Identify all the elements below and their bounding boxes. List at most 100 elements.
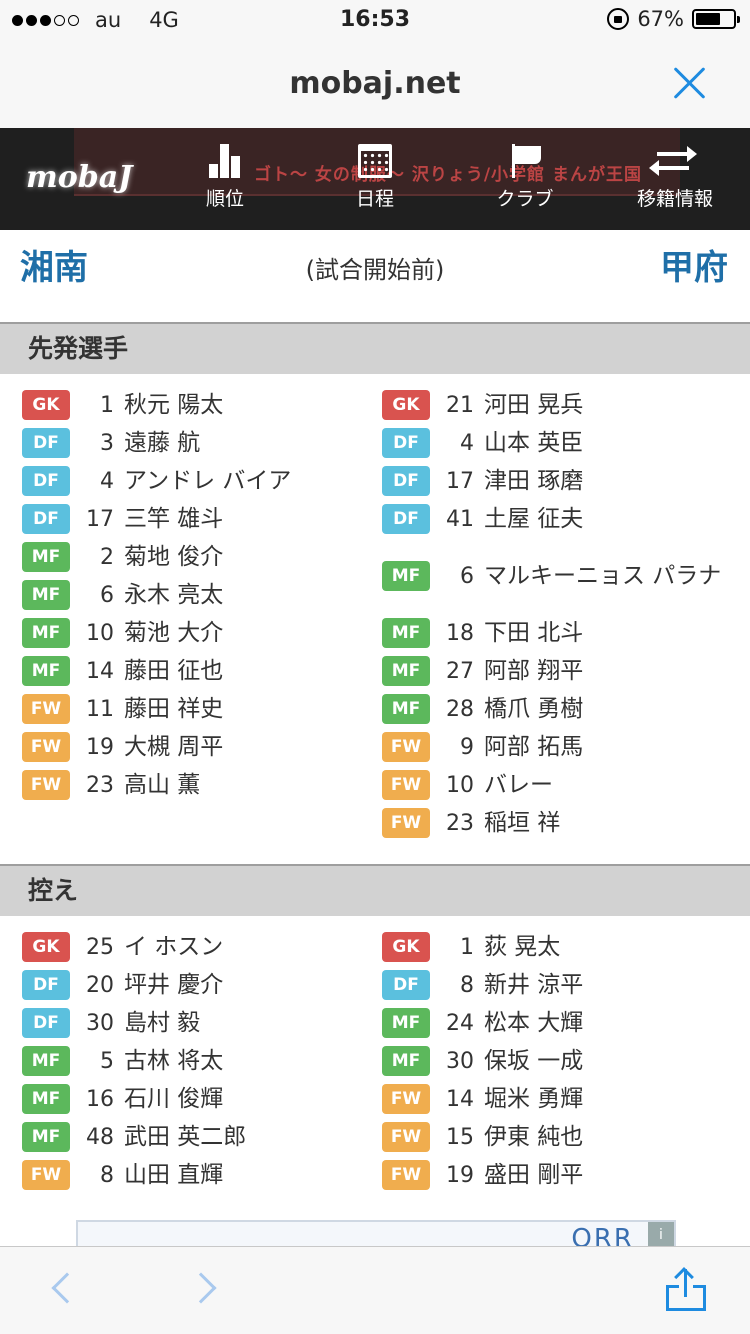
player-name[interactable]: 松本 大輝 (474, 1006, 742, 1040)
player-name[interactable]: マルキーニョス パラナ (474, 559, 742, 593)
url-field[interactable]: mobaj.net (0, 66, 750, 101)
rotation-lock-icon (607, 8, 630, 30)
forward-icon[interactable] (185, 1272, 217, 1304)
player-name[interactable]: 堀米 勇輝 (474, 1082, 742, 1116)
close-icon[interactable] (672, 66, 706, 100)
player-name[interactable]: 新井 涼平 (474, 968, 742, 1002)
position-badge: FW (382, 1084, 430, 1114)
player-row[interactable]: DF 4 アンドレ バイア (22, 462, 382, 500)
player-name[interactable]: 菊地 俊介 (114, 540, 382, 574)
player-row[interactable]: MF 10 菊池 大介 (22, 614, 382, 652)
nav-item-schedule[interactable]: 日程 (310, 144, 440, 211)
player-name[interactable]: 菊池 大介 (114, 616, 382, 650)
position-badge: FW (382, 770, 430, 800)
player-row[interactable]: DF 41 土屋 征夫 (382, 500, 742, 538)
player-name[interactable]: 遠藤 航 (114, 426, 382, 460)
player-name[interactable]: 保坂 一成 (474, 1044, 742, 1078)
player-row[interactable]: GK 21 河田 晃兵 (382, 386, 742, 424)
position-badge: MF (22, 542, 70, 572)
player-name[interactable]: 藤田 征也 (114, 654, 382, 688)
player-name[interactable]: バレー (474, 768, 742, 802)
player-row[interactable]: DF 17 三竿 雄斗 (22, 500, 382, 538)
player-row[interactable]: FW 23 高山 薫 (22, 766, 382, 804)
player-name[interactable]: 阿部 翔平 (474, 654, 742, 688)
ad-info-icon[interactable]: i (648, 1222, 674, 1248)
player-name[interactable]: 橋爪 勇樹 (474, 692, 742, 726)
player-row[interactable]: MF 28 橋爪 勇樹 (382, 690, 742, 728)
position-badge: DF (382, 504, 430, 534)
shirt-number: 30 (86, 1010, 114, 1036)
substitutes-roster: GK 25 イ ホスン DF 20 坪井 慶介 DF 30 島村 毅 MF 5 古林 将太 MF 16 石川… (0, 928, 750, 1208)
player-row[interactable]: MF 6 マルキーニョス パラナ (382, 538, 742, 614)
nav-item-clubs[interactable]: クラブ (460, 144, 590, 211)
player-name[interactable]: 島村 毅 (114, 1006, 382, 1040)
player-row[interactable]: FW 19 盛田 剛平 (382, 1156, 742, 1194)
away-starters-list: GK 21 河田 晃兵 DF 4 山本 英臣 DF 17 津田 琢磨 DF 41 土屋 征夫 MF 6 マル… (382, 386, 742, 842)
player-row[interactable]: FW 15 伊東 純也 (382, 1118, 742, 1156)
nav-item-standings[interactable]: 順位 (160, 144, 290, 211)
player-name[interactable]: 高山 薫 (114, 768, 382, 802)
player-name[interactable]: 秋元 陽太 (114, 388, 382, 422)
player-name[interactable]: 盛田 剛平 (474, 1158, 742, 1192)
player-row[interactable]: MF 30 保坂 一成 (382, 1042, 742, 1080)
player-name[interactable]: 武田 英二郎 (114, 1120, 382, 1154)
player-row[interactable]: MF 6 永木 亮太 (22, 576, 382, 614)
share-icon[interactable] (666, 1267, 706, 1311)
player-name[interactable]: 阿部 拓馬 (474, 730, 742, 764)
player-row[interactable]: MF 14 藤田 征也 (22, 652, 382, 690)
player-name[interactable]: 伊東 純也 (474, 1120, 742, 1154)
player-row[interactable]: DF 20 坪井 慶介 (22, 966, 382, 1004)
shirt-number: 6 (460, 563, 474, 589)
shirt-number: 14 (446, 1086, 474, 1112)
position-badge: MF (22, 618, 70, 648)
player-name[interactable]: 山田 直輝 (114, 1158, 382, 1192)
player-row[interactable]: FW 8 山田 直輝 (22, 1156, 382, 1194)
player-name[interactable]: 石川 俊輝 (114, 1082, 382, 1116)
back-icon[interactable] (51, 1272, 83, 1304)
nav-item-transfers[interactable]: 移籍情報 (610, 144, 740, 211)
player-name[interactable]: 古林 将太 (114, 1044, 382, 1078)
player-name[interactable]: イ ホスン (114, 930, 382, 964)
player-row[interactable]: MF 27 阿部 翔平 (382, 652, 742, 690)
player-name[interactable]: 三竿 雄斗 (114, 502, 382, 536)
browser-address-bar: mobaj.net (0, 40, 750, 128)
player-row[interactable]: MF 18 下田 北斗 (382, 614, 742, 652)
player-row[interactable]: DF 17 津田 琢磨 (382, 462, 742, 500)
player-name[interactable]: 大槻 周平 (114, 730, 382, 764)
player-row[interactable]: DF 30 島村 毅 (22, 1004, 382, 1042)
player-name[interactable]: 下田 北斗 (474, 616, 742, 650)
player-name[interactable]: 永木 亮太 (114, 578, 382, 612)
player-row[interactable]: FW 11 藤田 祥史 (22, 690, 382, 728)
player-name[interactable]: 荻 晃太 (474, 930, 742, 964)
player-row[interactable]: GK 1 荻 晃太 (382, 928, 742, 966)
player-name[interactable]: 坪井 慶介 (114, 968, 382, 1002)
player-name[interactable]: 藤田 祥史 (114, 692, 382, 726)
player-row[interactable]: MF 5 古林 将太 (22, 1042, 382, 1080)
player-row[interactable]: FW 19 大槻 周平 (22, 728, 382, 766)
player-name[interactable]: アンドレ バイア (114, 464, 382, 498)
player-row[interactable]: FW 14 堀米 勇輝 (382, 1080, 742, 1118)
player-row[interactable]: MF 48 武田 英二郎 (22, 1118, 382, 1156)
player-name[interactable]: 津田 琢磨 (474, 464, 742, 498)
player-name[interactable]: 稲垣 祥 (474, 806, 742, 840)
player-row[interactable]: DF 3 遠藤 航 (22, 424, 382, 462)
player-row[interactable]: MF 16 石川 俊輝 (22, 1080, 382, 1118)
player-name[interactable]: 山本 英臣 (474, 426, 742, 460)
away-team[interactable]: 甲府 (660, 240, 728, 289)
player-row[interactable]: GK 25 イ ホスン (22, 928, 382, 966)
player-row[interactable]: FW 10 バレー (382, 766, 742, 804)
player-row[interactable]: MF 2 菊地 俊介 (22, 538, 382, 576)
player-row[interactable]: MF 24 松本 大輝 (382, 1004, 742, 1042)
player-name[interactable]: 土屋 征夫 (474, 502, 742, 536)
shirt-number: 4 (460, 430, 474, 456)
player-row[interactable]: FW 9 阿部 拓馬 (382, 728, 742, 766)
starters-roster: GK 1 秋元 陽太 DF 3 遠藤 航 DF 4 アンドレ バイア DF 17 三竿 雄斗 MF 2 菊地… (0, 386, 750, 846)
position-badge: FW (22, 770, 70, 800)
shirt-number: 48 (86, 1124, 114, 1150)
player-name[interactable]: 河田 晃兵 (474, 388, 742, 422)
player-row[interactable]: DF 4 山本 英臣 (382, 424, 742, 462)
site-logo[interactable]: mobaJ (26, 160, 132, 195)
player-row[interactable]: GK 1 秋元 陽太 (22, 386, 382, 424)
player-row[interactable]: DF 8 新井 涼平 (382, 966, 742, 1004)
player-row[interactable]: FW 23 稲垣 祥 (382, 804, 742, 842)
